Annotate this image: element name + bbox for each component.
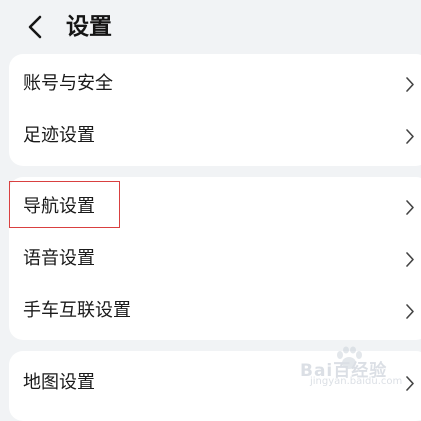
row-label: 足迹设置 — [23, 125, 95, 146]
settings-row-account-security[interactable]: 账号与安全 — [9, 58, 421, 110]
row-label: 导航设置 — [23, 196, 95, 217]
page-title: 设置 — [66, 14, 112, 40]
settings-row-footprint[interactable]: 足迹设置 — [9, 110, 421, 162]
row-label: 地图设置 — [23, 372, 95, 393]
watermark: Bai百经验 jingyan.baidu.com — [300, 344, 416, 388]
row-label: 账号与安全 — [23, 73, 113, 94]
chevron-right-icon — [405, 199, 415, 216]
chevron-right-icon — [405, 251, 415, 268]
row-label: 语音设置 — [23, 248, 95, 269]
settings-row-voice[interactable]: 语音设置 — [9, 233, 421, 285]
chevron-right-icon — [405, 76, 415, 93]
settings-row-navigation[interactable]: 导航设置 — [9, 181, 421, 233]
settings-group-navigation: 导航设置 语音设置 手车互联设置 — [9, 177, 421, 340]
settings-row-phone-car-link[interactable]: 手车互联设置 — [9, 285, 421, 337]
chevron-left-icon — [28, 15, 42, 39]
chevron-right-icon — [405, 128, 415, 145]
back-button[interactable] — [22, 12, 50, 42]
watermark-url: jingyan.baidu.com — [310, 376, 403, 387]
chevron-right-icon — [405, 303, 415, 320]
settings-group-account: 账号与安全 足迹设置 — [9, 54, 421, 166]
header: 设置 — [0, 0, 421, 54]
row-label: 手车互联设置 — [23, 300, 131, 321]
